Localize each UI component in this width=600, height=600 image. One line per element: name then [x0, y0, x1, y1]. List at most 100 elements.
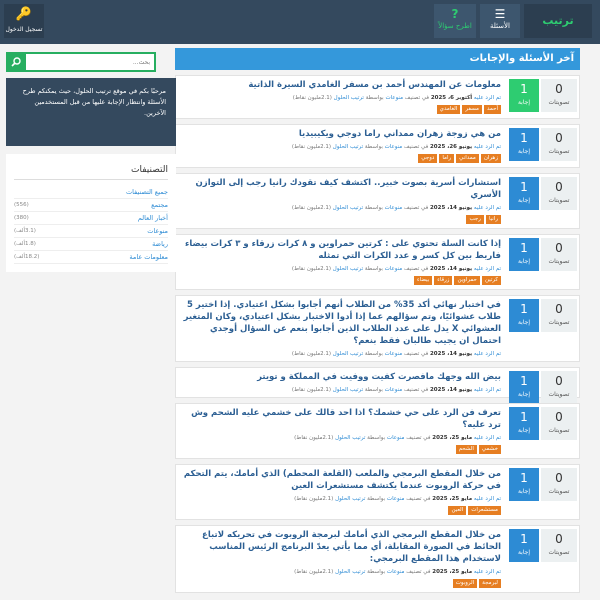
tag-link[interactable]: رانيا	[485, 215, 501, 224]
tag-link[interactable]: مستشعرات	[468, 506, 501, 515]
question-body: استشارات أسرية بصوت خبير.. اكتشف كيف تقو…	[176, 174, 503, 228]
question-title-link[interactable]: معلومات عن المهندس أحمد بن مسفر الغامدي …	[182, 79, 501, 91]
meta-category-link[interactable]: منوعات	[385, 266, 403, 272]
vote-number: 0	[555, 471, 563, 485]
answer-count[interactable]: 1 إجابة	[509, 468, 539, 501]
search-button[interactable]	[6, 52, 26, 72]
category-link[interactable]: جميع التصنيفات	[126, 188, 168, 196]
answer-count[interactable]: 1 إجابة	[509, 128, 539, 161]
category-item[interactable]: رياضة (1.8ألف)	[14, 238, 168, 251]
tag-link[interactable]: بيضاء	[414, 276, 433, 285]
meta-category-link[interactable]: منوعات	[385, 205, 403, 211]
answer-label: إجابة	[517, 488, 531, 495]
meta-date: مايو 25، 2025	[432, 496, 473, 502]
tag-link[interactable]: الغامدي	[436, 105, 461, 114]
meta-category-link[interactable]: منوعات	[387, 569, 405, 575]
question-mark-icon: ?	[451, 7, 459, 21]
tag-link[interactable]: الروبوت	[452, 579, 478, 588]
tag-list: أحمدمسفرالغامدي	[182, 105, 501, 115]
category-link[interactable]: أخبار العالم	[138, 214, 168, 222]
question-title-link[interactable]: تعرف فن الرد على حي خشمك؟ اذا احد قالك ع…	[182, 407, 501, 431]
tag-link[interactable]: زهران	[480, 154, 501, 163]
question-title-link[interactable]: استشارات أسرية بصوت خبير.. اكتشف كيف تقو…	[182, 177, 501, 201]
meta-action[interactable]: تم الرد عليه	[474, 496, 501, 502]
answer-count[interactable]: 1 إجابة	[509, 407, 539, 440]
tag-link[interactable]: دوجي	[418, 154, 438, 163]
question-body: في اختبار نهائي أكد 35% من الطلاب أنهم أ…	[176, 296, 503, 361]
answer-count[interactable]: 1 إجابة	[509, 79, 539, 112]
meta-user-link[interactable]: ترتيب الحلول	[335, 435, 365, 441]
vote-number: 0	[555, 82, 563, 96]
question-title-link[interactable]: من خلال المقطع البرمجي الذي أمامك لبرمجة…	[182, 529, 501, 565]
tag-link[interactable]: زرقاء	[434, 276, 453, 285]
meta-category-link[interactable]: منوعات	[385, 351, 403, 357]
tag-link[interactable]: حمراوين	[454, 276, 480, 285]
answer-count[interactable]: 1 إجابة	[509, 371, 539, 404]
meta-action[interactable]: تم الرد عليه	[474, 387, 501, 393]
login-button[interactable]: 🔑 تسجيل الدخول	[4, 4, 44, 38]
meta-action[interactable]: تم الرد عليه	[474, 266, 501, 272]
question-title-link[interactable]: من خلال المقطع البرمجي والملعب (القلعة ا…	[182, 468, 501, 492]
tag-link[interactable]: خشمي	[478, 445, 501, 454]
category-item[interactable]: منوعات (3.1ألف)	[14, 225, 168, 238]
tag-link[interactable]: أحمد	[484, 105, 501, 114]
category-item[interactable]: أخبار العالم (380)	[14, 212, 168, 225]
meta-user-link[interactable]: ترتيب الحلول	[333, 205, 363, 211]
tag-link[interactable]: كرتين	[481, 276, 501, 285]
tag-link[interactable]: الشحم	[455, 445, 477, 454]
category-item[interactable]: جميع التصنيفات	[14, 186, 168, 199]
tag-link[interactable]: لبرمجة	[479, 579, 501, 588]
question-title-link[interactable]: إذا كانت السلة تحتوي على : كرتين حمراوين…	[182, 238, 501, 262]
category-item[interactable]: مجتمع (556)	[14, 199, 168, 212]
meta-action[interactable]: تم الرد عليه	[474, 435, 501, 441]
vote-count: 0 تصويتات	[541, 371, 577, 404]
meta-user-link[interactable]: ترتيب الحلول	[334, 95, 364, 101]
meta-user-link[interactable]: ترتيب الحلول	[335, 496, 365, 502]
meta-user-link[interactable]: ترتيب الحلول	[333, 387, 363, 393]
answer-number: 1	[520, 471, 528, 485]
meta-category-link[interactable]: منوعات	[385, 144, 403, 150]
meta-action[interactable]: تم الرد عليه	[474, 351, 501, 357]
tag-link[interactable]: مسفر	[462, 105, 482, 114]
tag-link[interactable]: راما	[439, 154, 455, 163]
answer-count[interactable]: 1 إجابة	[509, 238, 539, 271]
vote-label: تصويتات	[548, 99, 570, 106]
tag-link[interactable]: العين	[448, 506, 467, 515]
tag-link[interactable]: رجب	[466, 215, 484, 224]
meta-user-link[interactable]: ترتيب الحلول	[333, 144, 363, 150]
nav-ask-question[interactable]: ? اطرح سؤالاً	[434, 4, 476, 38]
meta-action[interactable]: تم الرد عليه	[474, 144, 501, 150]
category-item[interactable]: معلومات عامة (18.2ألف)	[14, 251, 168, 264]
meta-category-link[interactable]: منوعات	[387, 435, 405, 441]
answer-number: 1	[520, 180, 528, 194]
question-title-link[interactable]: في اختبار نهائي أكد 35% من الطلاب أنهم أ…	[182, 299, 501, 347]
category-link[interactable]: رياضة	[152, 240, 168, 248]
question-title-link[interactable]: من هي زوجة زهران ممداني راما دوجي ويكيبي…	[182, 128, 501, 140]
meta-action[interactable]: تم الرد عليه	[474, 205, 501, 211]
meta-user-link[interactable]: ترتيب الحلول	[333, 351, 363, 357]
nav-questions[interactable]: ☰ الأسئلة	[480, 4, 520, 38]
question-title-link[interactable]: بيض الله وجهك مافصرت كفيت ووفيت في الممل…	[182, 371, 501, 383]
answer-count[interactable]: 1 إجابة	[509, 177, 539, 210]
meta-category-prefix: في تصنيف	[403, 144, 429, 150]
meta-action[interactable]: تم الرد عليه	[474, 95, 501, 101]
meta-category-link[interactable]: منوعات	[385, 95, 403, 101]
category-link[interactable]: معلومات عامة	[129, 253, 168, 261]
meta-category-link[interactable]: منوعات	[385, 387, 403, 393]
answer-count[interactable]: 1 إجابة	[509, 299, 539, 332]
meta-points: (2.1مليون نقاط)	[291, 144, 332, 150]
answer-count[interactable]: 1 إجابة	[509, 529, 539, 562]
site-logo[interactable]: ترتيب الحلول	[524, 4, 592, 61]
tag-link[interactable]: ممداني	[456, 154, 479, 163]
search-input[interactable]	[6, 52, 156, 72]
meta-user-link[interactable]: ترتيب الحلول	[333, 266, 363, 272]
meta-category-prefix: في تصنيف	[403, 266, 429, 272]
meta-user-link[interactable]: ترتيب الحلول	[335, 569, 365, 575]
meta-action[interactable]: تم الرد عليه	[474, 569, 501, 575]
category-link[interactable]: منوعات	[147, 227, 168, 235]
tag-list: رانيارجب	[182, 215, 501, 225]
search-icon	[11, 57, 21, 67]
answer-label: إجابة	[517, 319, 531, 326]
category-link[interactable]: مجتمع	[151, 201, 168, 209]
meta-category-link[interactable]: منوعات	[387, 496, 405, 502]
